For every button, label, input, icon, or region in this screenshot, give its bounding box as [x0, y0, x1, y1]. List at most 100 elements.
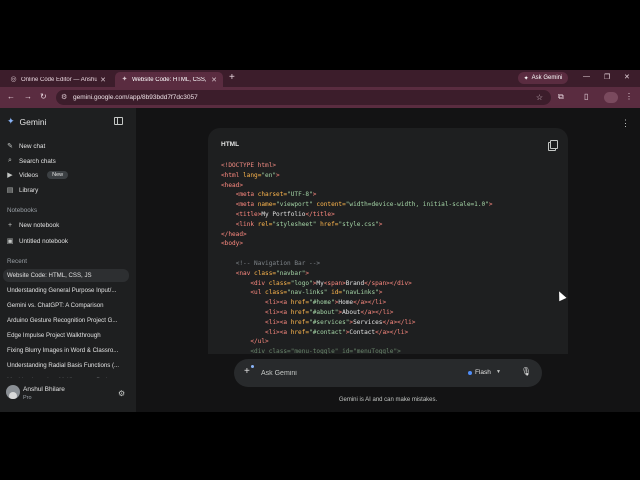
gemini-logo[interactable]: ✦ Gemini [7, 116, 46, 127]
tab-online-code-editor[interactable]: ◎ Online Code Editor — Anshul B ✕ [4, 72, 112, 87]
close-icon[interactable]: ✕ [100, 76, 106, 84]
code-token: <!DOCTYPE html> [221, 162, 277, 169]
sidebar-item-videos[interactable]: ▶ Videos New [6, 171, 69, 179]
code-token: </head> [221, 230, 247, 238]
code-token: <li><a [265, 299, 291, 307]
code-token: </a></li> [360, 308, 394, 316]
code-token: </title> [305, 210, 335, 218]
globe-icon: ◎ [10, 76, 17, 83]
sidebar-item-new-notebook[interactable]: + New notebook [6, 222, 59, 229]
code-token: content= [316, 201, 346, 209]
code-token: href= [320, 220, 339, 228]
sidepanel-icon[interactable]: ▯ [584, 92, 588, 101]
ask-gemini-input[interactable] [261, 367, 431, 379]
recent-chat-item[interactable]: Fixing Blurry Images in Word & Classro..… [3, 344, 129, 357]
sidebar-item-label: New chat [19, 142, 46, 150]
code-token: href= [290, 299, 310, 307]
code-token: </ul> [250, 338, 269, 346]
code-token: "width=device-width, initial-scale=1.0" [345, 201, 489, 209]
code-token: <li><a [265, 318, 291, 326]
minimize-icon[interactable]: — [583, 73, 590, 80]
new-badge: New [47, 171, 69, 179]
code-line: </ul> [221, 337, 493, 347]
recent-chat-item[interactable]: Understanding Radial Basis Functions (..… [3, 359, 129, 372]
prompt-input-bar: + Flash ▼ 🎙 [234, 359, 542, 387]
close-icon[interactable]: ✕ [211, 76, 217, 84]
microphone-icon[interactable]: 🎙 [521, 367, 531, 376]
sidebar-item-new-chat[interactable]: ✎ New chat [6, 142, 46, 151]
code-token: "stylesheet" [272, 220, 321, 228]
code-token: lang= [243, 171, 262, 179]
avatar[interactable] [6, 385, 20, 399]
code-line: <meta name="viewport" content="width=dev… [221, 200, 493, 210]
sidebar-item-label: Untitled notebook [19, 237, 69, 245]
code-token: About [342, 308, 361, 316]
close-window-icon[interactable]: ✕ [624, 73, 630, 81]
ask-gemini-button[interactable]: ✦ Ask Gemini [518, 72, 568, 84]
user-profile-row[interactable]: Anshul Bhilare Pro ⚙ [0, 378, 136, 412]
recent-chat-item[interactable]: Understanding General Purpose Input/... [3, 284, 129, 297]
forward-arrow-icon[interactable]: → [24, 92, 32, 102]
code-token: > [312, 191, 317, 199]
code-token: > [378, 220, 383, 228]
url-text[interactable]: gemini.google.com/app/8b93bdd7f7dc3057 [73, 94, 198, 101]
site-info-icon[interactable]: ⚙ [61, 93, 67, 101]
sidebar-item-library[interactable]: ▤ Library [6, 186, 39, 195]
code-token: "navLinks" [342, 289, 379, 297]
chevron-down-icon[interactable]: ▼ [496, 369, 501, 375]
sidebar-item-search-chats[interactable]: ⌕ Search chats [6, 157, 56, 165]
reload-icon[interactable]: ↻ [40, 92, 47, 102]
brand-label: Gemini [19, 116, 47, 127]
code-token: rel= [257, 220, 273, 228]
code-line: <title>My Portfolio</title> [221, 210, 493, 220]
new-tab-button[interactable]: + [229, 73, 235, 83]
video-icon: ▶ [7, 172, 13, 179]
more-options-icon[interactable]: ⋮ [621, 118, 630, 129]
ask-gemini-label: Ask Gemini [531, 75, 563, 81]
maximize-icon[interactable]: ❐ [604, 73, 610, 81]
back-arrow-icon[interactable]: ← [7, 92, 15, 102]
code-token: "#services" [309, 318, 350, 326]
code-token: name= [257, 201, 277, 209]
code-token: "logo" [290, 279, 313, 287]
gemini-spark-icon: ✦ [7, 116, 15, 126]
sidebar-item-label: Videos [19, 171, 39, 179]
code-language-label: HTML [221, 141, 240, 148]
recent-chat-item[interactable]: Gemini vs. ChatGPT: A Comparison [3, 299, 129, 312]
code-token: <span> [323, 279, 346, 287]
model-selector[interactable]: Flash [475, 369, 491, 376]
code-token: href= [290, 328, 310, 336]
tab-website-code[interactable]: ✦ Website Code: HTML, CSS, JS ✕ [115, 72, 223, 87]
tab-title: Website Code: HTML, CSS, JS [132, 76, 209, 83]
code-token: <div [250, 279, 269, 287]
recent-chat-item[interactable]: Arduino Gesture Recognition Project G... [3, 314, 129, 327]
browser-window: ◎ Online Code Editor — Anshul B ✕ ✦ Webs… [0, 70, 640, 412]
code-token: My Portfolio [261, 210, 306, 218]
code-token: > [276, 171, 280, 179]
add-tools-icon[interactable]: + [244, 365, 254, 377]
tab-title: Online Code Editor — Anshul B [21, 76, 98, 83]
recent-heading: Recent [7, 258, 27, 265]
menu-kebab-icon[interactable]: ⋮ [625, 92, 633, 101]
copy-icon[interactable] [548, 140, 558, 151]
address-bar[interactable]: ⚙ gemini.google.com/app/8b93bdd7f7dc3057… [56, 90, 551, 105]
pencil-icon: ✎ [7, 143, 13, 150]
sidebar-item-label: Search chats [19, 157, 56, 165]
collapse-sidebar-icon[interactable] [114, 117, 123, 125]
recent-chat-item[interactable]: Website Code: HTML, CSS, JS [3, 269, 129, 282]
extensions-icon[interactable]: ⧉ [558, 92, 564, 102]
code-token: "UTF-8" [287, 191, 313, 199]
recent-chat-item[interactable]: Edge Impulse Project Walkthrough [3, 329, 129, 342]
bookmark-star-icon[interactable]: ☆ [536, 93, 543, 102]
gear-icon[interactable]: ⚙ [118, 389, 125, 398]
sidebar: ✦ Gemini ✎ New chat ⌕ Search chats ▶ Vid… [0, 108, 136, 412]
code-token: "#about" [309, 308, 339, 316]
sidebar-item-untitled-notebook[interactable]: ▣ Untitled notebook [6, 237, 69, 246]
profile-avatar[interactable] [604, 92, 618, 103]
